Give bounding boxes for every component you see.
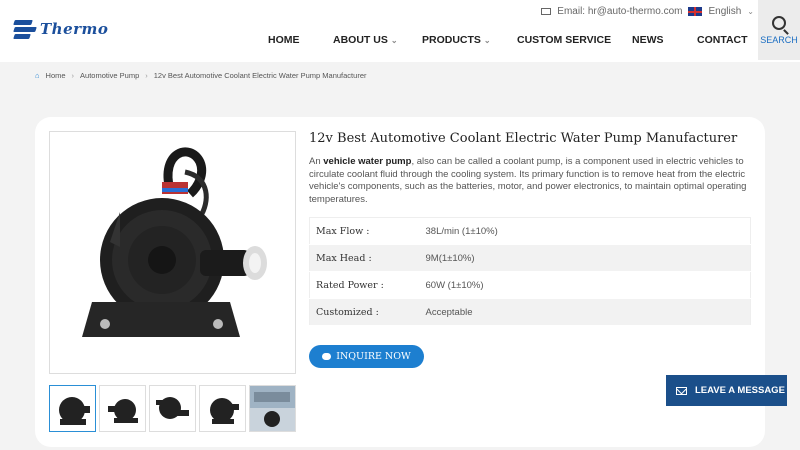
home-icon: ⌂	[35, 71, 40, 80]
chevron-down-icon: ⌄	[390, 35, 398, 45]
table-row: Rated Power : 60W (1±10%)	[309, 271, 751, 299]
product-keyword: vehicle water pump	[323, 156, 412, 167]
inquire-now-label: INQUIRE NOW	[336, 351, 411, 362]
chat-icon	[322, 353, 332, 360]
table-row: Max Head : 9M(1±10%)	[309, 244, 751, 272]
nav-item-home[interactable]: HOME	[268, 34, 300, 46]
chevron-down-icon: ⌄	[483, 35, 491, 45]
nav-item-contact[interactable]: CONTACT	[697, 34, 748, 46]
breadcrumb-home[interactable]: Home	[46, 71, 66, 80]
language-selector[interactable]: English	[708, 6, 741, 17]
spec-value: 38L/min (1±10%)	[419, 217, 751, 245]
nav-item-products[interactable]: PRODUCTS ⌄	[422, 34, 491, 46]
logo[interactable]: Thermo	[13, 18, 109, 40]
product-main-image[interactable]	[49, 131, 296, 374]
table-row: Max Flow : 38L/min (1±10%)	[309, 217, 751, 245]
spec-value: 9M(1±10%)	[419, 244, 751, 272]
spec-key: Customized :	[309, 298, 420, 326]
breadcrumb-category[interactable]: Automotive Pump	[80, 71, 139, 80]
thumbnail-3[interactable]	[149, 385, 196, 432]
table-row: Customized : Acceptable	[309, 298, 751, 326]
thumbnail-5[interactable]	[249, 385, 296, 432]
spec-key: Rated Power :	[309, 271, 420, 299]
water-pump-image	[82, 147, 267, 337]
spec-value: 60W (1±10%)	[419, 271, 751, 299]
inquire-now-button[interactable]: INQUIRE NOW	[309, 345, 424, 368]
spec-key: Max Flow :	[309, 217, 420, 245]
mail-icon	[541, 8, 552, 15]
breadcrumb: ⌂ Home › Automotive Pump › 12v Best Auto…	[35, 71, 366, 80]
logo-text: Thermo	[40, 20, 109, 38]
top-contact-bar: Email: hr@auto-thermo.com English ⌄	[541, 6, 754, 17]
product-title: 12v Best Automotive Coolant Electric Wat…	[309, 131, 738, 146]
search-button[interactable]: SEARCH	[758, 0, 800, 60]
product-card: 12v Best Automotive Coolant Electric Wat…	[35, 117, 765, 447]
nav-item-custom-service[interactable]: CUSTOM SERVICE	[517, 34, 611, 46]
leave-message-label: LEAVE A MESSAGE	[695, 385, 785, 396]
breadcrumb-current: 12v Best Automotive Coolant Electric Wat…	[153, 71, 367, 80]
search-label: SEARCH	[760, 34, 798, 45]
spec-table: Max Flow : 38L/min (1±10%) Max Head : 9M…	[309, 217, 751, 326]
chevron-down-icon: ⌄	[747, 7, 754, 16]
uk-flag-icon	[688, 7, 703, 16]
envelope-icon	[676, 386, 687, 395]
product-description: An vehicle water pump, also can be calle…	[309, 156, 747, 205]
thumbnail-1[interactable]	[49, 385, 96, 432]
breadcrumb-separator: ›	[145, 71, 148, 80]
thumbnail-strip	[49, 385, 296, 432]
search-icon	[772, 15, 786, 30]
nav-item-about-us[interactable]: ABOUT US ⌄	[333, 34, 398, 46]
email-link[interactable]: Email: hr@auto-thermo.com	[557, 6, 682, 17]
spec-value: Acceptable	[419, 298, 751, 326]
nav-item-news[interactable]: NEWS	[632, 34, 664, 46]
breadcrumb-separator: ›	[71, 71, 75, 80]
logo-mark-icon	[13, 18, 37, 40]
thumbnail-2[interactable]	[99, 385, 146, 432]
site-header: Thermo Email: hr@auto-thermo.com English…	[0, 0, 800, 62]
thumbnail-4[interactable]	[199, 385, 246, 432]
spec-key: Max Head :	[309, 244, 420, 272]
leave-message-button[interactable]: LEAVE A MESSAGE	[666, 375, 787, 406]
